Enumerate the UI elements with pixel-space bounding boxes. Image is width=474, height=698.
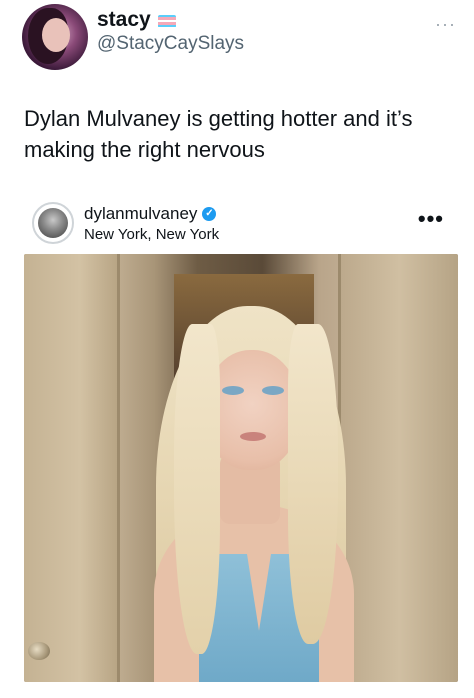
post-username-row[interactable]: dylanmulvaney ✓ — [84, 204, 217, 224]
verified-badge-icon: ✓ — [202, 207, 217, 221]
hair-front-left — [174, 324, 220, 654]
post-more-options-icon[interactable]: ••• — [418, 206, 444, 232]
more-options-icon[interactable]: ··· — [435, 14, 456, 35]
display-name-row[interactable]: stacy — [97, 8, 244, 32]
embedded-instagram-post[interactable]: dylanmulvaney ✓ New York, New York ••• — [24, 192, 458, 682]
lips — [240, 432, 266, 441]
trans-flag-icon — [157, 14, 176, 28]
post-photo[interactable] — [24, 254, 458, 682]
tweet-text: Dylan Mulvaney is getting hotter and it’… — [24, 106, 413, 162]
left-eye — [222, 386, 244, 395]
tweet-header: stacy @StacyCaySlays ··· — [22, 4, 462, 70]
post-avatar-image — [38, 208, 68, 238]
door-left — [24, 254, 120, 682]
post-location[interactable]: New York, New York — [84, 226, 219, 243]
post-username[interactable]: dylanmulvaney — [84, 204, 197, 224]
user-handle[interactable]: @StacyCaySlays — [97, 33, 244, 55]
door-right — [338, 254, 458, 682]
door-knob — [28, 642, 50, 660]
user-avatar[interactable] — [22, 4, 88, 70]
post-avatar[interactable] — [32, 202, 74, 244]
right-eye — [262, 386, 284, 395]
user-names: stacy @StacyCaySlays — [97, 8, 244, 55]
hair-front-right — [288, 324, 338, 644]
display-name[interactable]: stacy — [97, 8, 151, 32]
avatar-face — [42, 18, 70, 52]
